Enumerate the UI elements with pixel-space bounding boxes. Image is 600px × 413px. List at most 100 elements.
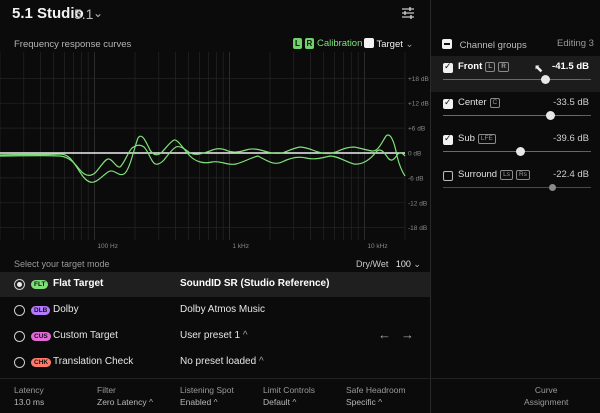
mode-row-check[interactable]: CHK Translation Check No preset loaded ^ [0, 350, 430, 375]
mode-row-custom[interactable]: CUS Custom Target User preset 1 ^ ← → [0, 324, 430, 349]
mode-row-dolby[interactable]: DLB Dolby Dolby Atmos Music [0, 298, 430, 323]
channel-label: Sub [458, 133, 475, 144]
center-checkbox[interactable] [443, 97, 453, 109]
db-tick-label: 0 dB [408, 151, 421, 158]
listening-spot-block[interactable]: Listening Spot Enabled ^ [180, 384, 234, 408]
sub-checkbox[interactable] [443, 133, 453, 145]
chevron-up-icon[interactable]: ^ [292, 397, 296, 407]
settings-sliders-icon[interactable] [401, 7, 415, 19]
mode-value[interactable]: SoundID SR (Studio Reference) [180, 278, 329, 289]
target-toggle[interactable]: Target ⌄ [364, 38, 413, 50]
mode-label: Dolby [53, 304, 79, 315]
freq-tick-label: 100 Hz [97, 243, 118, 250]
target-label: Target [376, 39, 403, 50]
chevron-up-icon[interactable]: ^ [243, 330, 248, 341]
headroom-value[interactable]: Specific [346, 397, 376, 407]
gain-slider-track[interactable] [443, 187, 591, 188]
filter-value[interactable]: Zero Latency [97, 397, 147, 407]
front-checkbox[interactable] [443, 61, 453, 73]
channel-row-surround[interactable]: Surround Ls Rs -22.4 dB [431, 164, 600, 200]
gain-slider-knob[interactable] [541, 75, 551, 84]
channel-tag-c: C [489, 98, 501, 108]
radio-custom[interactable] [14, 331, 25, 342]
mouse-cursor-icon: ⬉ [534, 63, 544, 75]
channel-db: -22.4 dB [553, 169, 589, 180]
chevron-down-icon[interactable]: ⌄ [413, 259, 421, 269]
drywet-control[interactable]: Dry/Wet 100 ⌄ [356, 259, 421, 270]
calibration-toggle[interactable]: L R Calibration [293, 38, 362, 49]
drywet-label: Dry/Wet [356, 259, 389, 269]
db-tick-label: +18 dB [408, 76, 429, 83]
mode-value[interactable]: No preset loaded ^ [180, 356, 264, 367]
channel-name: Front L R [458, 61, 509, 72]
limit-controls-block[interactable]: Limit Controls Default ^ [263, 384, 315, 408]
mode-prompt: Select your target mode [14, 259, 110, 269]
channel-groups-title: Channel groups [459, 40, 527, 51]
channel-row-center[interactable]: CenterC -33.5 dB [431, 92, 600, 128]
channel-row-front[interactable]: FrontLR -41.5 dB ⬉ [431, 56, 600, 92]
channel-name: Center C [458, 97, 501, 108]
radio-dolby[interactable] [14, 305, 25, 316]
editing-count: Editing 3 [557, 38, 594, 49]
channel-label: Front [458, 61, 483, 72]
app-title: 5.1 Studio [12, 5, 84, 22]
channel-name: Sub LFE [458, 133, 496, 144]
latency-value: 13.0 ms [14, 397, 45, 407]
surround-checkbox[interactable] [443, 171, 453, 181]
mode-value[interactable]: Dolby Atmos Music [180, 304, 265, 315]
bottom-divider [0, 378, 600, 379]
frequency-response-graph[interactable]: +18 dB +12 dB +6 dB 0 dB -6 dB -12 dB -18 dB 1… [0, 52, 430, 252]
mode-label: Translation Check [53, 356, 134, 367]
clip-zone [581, 151, 591, 152]
calibration-label: Calibration [316, 38, 363, 49]
chevron-up-icon[interactable]: ^ [259, 356, 264, 367]
gain-slider-track[interactable] [443, 115, 591, 116]
db-tick-label: -6 dB [408, 175, 424, 182]
spot-value[interactable]: Enabled [180, 397, 211, 407]
chevron-down-icon[interactable]: ⌄ [93, 6, 103, 20]
limit-label: Limit Controls [263, 385, 315, 395]
badge-chk: CHK [31, 358, 52, 367]
db-tick-label: +6 dB [408, 126, 425, 133]
db-tick-label: -12 dB [408, 200, 427, 207]
db-tick-label: -18 dB [408, 225, 427, 232]
curve-assignment-button[interactable]: Curve Assignment [524, 384, 568, 408]
gain-slider-knob[interactable] [548, 184, 556, 191]
channel-label: Surround [458, 169, 498, 180]
gain-slider-knob[interactable] [545, 111, 555, 120]
arrow-left-icon[interactable]: ← [378, 327, 391, 342]
limit-value[interactable]: Default [263, 397, 290, 407]
chevron-up-icon[interactable]: ^ [214, 397, 218, 407]
freq-tick-label: 10 kHz [367, 243, 387, 250]
mode-row-flat[interactable]: FLT Flat Target SoundID SR (Studio Refer… [0, 272, 430, 297]
db-tick-label: +12 dB [408, 101, 429, 108]
clip-zone [581, 115, 591, 116]
version-selector[interactable]: 5.1 [74, 6, 93, 22]
calibration-badge-r: R [304, 38, 315, 49]
channel-tag-r: R [498, 62, 509, 72]
mode-label: Flat Target [53, 278, 104, 289]
chevron-down-icon[interactable]: ⌄ [406, 39, 414, 50]
radio-check[interactable] [14, 357, 25, 368]
gain-slider-track[interactable] [443, 79, 591, 80]
safe-headroom-block[interactable]: Safe Headroom Specific ^ [346, 384, 406, 408]
channel-row-sub[interactable]: SubLFE -39.6 dB [431, 128, 600, 164]
arrow-right-icon[interactable]: → [401, 327, 414, 342]
clip-zone [581, 79, 591, 80]
select-all-checkbox[interactable] [442, 39, 452, 49]
curve-label: Curve [534, 385, 558, 395]
channel-tag-ls: Ls [500, 170, 513, 180]
filter-block[interactable]: Filter Zero Latency ^ [97, 384, 153, 408]
badge-dlb: DLB [31, 306, 51, 315]
radio-flat[interactable] [14, 279, 25, 290]
channel-tag-rs: Rs [515, 170, 530, 180]
channel-groups-header[interactable]: Channel groups [442, 38, 527, 51]
channel-db: -41.5 dB [552, 61, 589, 72]
mode-value[interactable]: User preset 1 ^ [180, 330, 248, 341]
drywet-value[interactable]: 100 [396, 259, 411, 269]
chevron-up-icon[interactable]: ^ [149, 397, 153, 407]
channel-tag-lfe: LFE [477, 134, 496, 144]
chevron-up-icon[interactable]: ^ [378, 397, 382, 407]
target-checkbox[interactable] [364, 38, 374, 48]
gain-slider-knob[interactable] [515, 147, 525, 156]
